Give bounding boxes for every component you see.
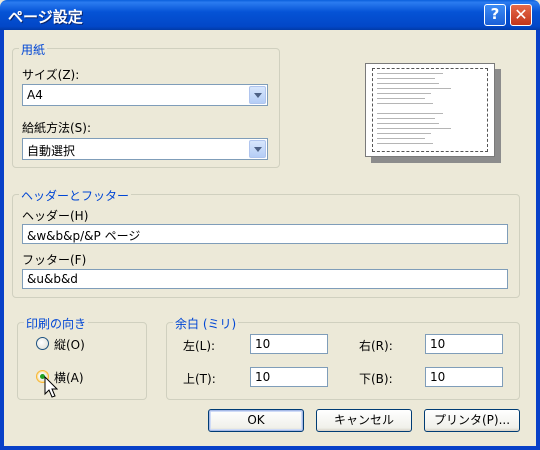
- margin-bottom-input[interactable]: 10: [425, 367, 503, 387]
- paper-source-value: 自動選択: [27, 144, 76, 158]
- title-bar: ページ設定 ? ✕: [0, 0, 540, 30]
- preview-line: [377, 133, 431, 134]
- paper-size-label: サイズ(Z):: [22, 68, 80, 82]
- cancel-button[interactable]: キャンセル: [316, 409, 412, 432]
- window-title: ページ設定: [8, 8, 83, 26]
- margin-left-label: 左(L):: [183, 339, 216, 353]
- printer-button[interactable]: プリンタ(P)...: [424, 409, 520, 432]
- margin-left-value: 10: [255, 337, 271, 351]
- margin-bottom-label: 下(B):: [359, 372, 393, 386]
- preview-line: [377, 123, 439, 124]
- portrait-label[interactable]: 縦(O): [54, 336, 85, 353]
- help-icon[interactable]: ?: [484, 4, 506, 26]
- window-frame-bottom: [0, 446, 540, 450]
- preview-line: [377, 78, 435, 79]
- landscape-label[interactable]: 横(A): [54, 369, 84, 386]
- preview-line: [377, 73, 443, 74]
- ok-button[interactable]: OK: [208, 409, 304, 432]
- preview-line: [377, 128, 451, 129]
- window-frame-left: [0, 30, 4, 450]
- margin-right-input[interactable]: 10: [425, 334, 503, 354]
- header-value: &w&b&p/&P ページ: [27, 229, 141, 243]
- margin-bottom-value: 10: [430, 370, 446, 384]
- paper-size-value: A4: [27, 88, 43, 102]
- header-footer-legend: ヘッダーとフッター: [19, 187, 132, 204]
- paper-size-select[interactable]: A4: [22, 84, 268, 106]
- preview-line: [377, 88, 451, 89]
- preview-line: [377, 113, 443, 114]
- preview-line: [377, 143, 433, 144]
- orientation-group: 印刷の向き: [17, 315, 147, 400]
- paper-source-label: 給紙方法(S):: [22, 121, 92, 135]
- header-input[interactable]: &w&b&p/&P ページ: [22, 224, 508, 244]
- preview-line: [377, 138, 425, 139]
- close-icon[interactable]: ✕: [510, 4, 532, 26]
- margin-top-label: 上(T):: [183, 372, 216, 386]
- page-preview: [365, 63, 495, 157]
- margin-right-value: 10: [430, 337, 446, 351]
- chevron-down-icon[interactable]: [249, 86, 266, 104]
- portrait-radio[interactable]: [36, 337, 49, 350]
- margin-left-input[interactable]: 10: [250, 334, 328, 354]
- preview-line: [377, 103, 433, 104]
- footer-value: &u&b&d: [27, 272, 78, 286]
- mouse-pointer-icon: [44, 376, 58, 398]
- margin-right-label: 右(R):: [359, 339, 393, 353]
- margin-top-value: 10: [255, 370, 271, 384]
- preview-line: [377, 83, 439, 84]
- margins-legend: 余白 (ミリ): [173, 315, 239, 332]
- paper-legend: 用紙: [19, 41, 48, 58]
- preview-line: [377, 118, 435, 119]
- paper-source-select[interactable]: 自動選択: [22, 138, 268, 160]
- preview-line: [377, 98, 425, 99]
- chevron-down-icon[interactable]: [249, 140, 266, 158]
- window-frame-right: [536, 30, 540, 450]
- footer-label: フッター(F): [22, 253, 87, 267]
- orientation-legend: 印刷の向き: [24, 315, 89, 332]
- header-label: ヘッダー(H): [22, 209, 89, 223]
- preview-margin-box: [372, 68, 488, 152]
- footer-input[interactable]: &u&b&d: [22, 269, 508, 289]
- margin-top-input[interactable]: 10: [250, 367, 328, 387]
- preview-line: [377, 93, 431, 94]
